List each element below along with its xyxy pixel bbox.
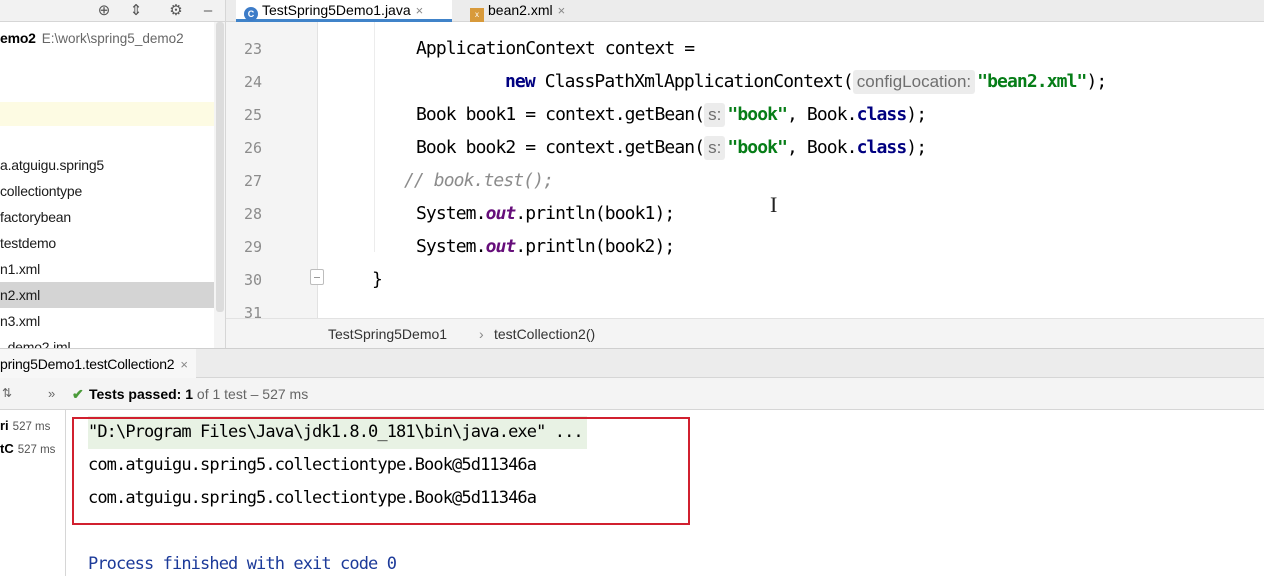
tab-testspring5demo1[interactable]: C TestSpring5Demo1.java × xyxy=(236,0,452,22)
java-class-icon: C xyxy=(244,7,258,21)
tab-label: TestSpring5Demo1.java xyxy=(262,2,411,18)
run-tab-label: pring5Demo1.testCollection2 xyxy=(0,356,175,372)
line-number: 29 xyxy=(243,238,262,256)
code-editor[interactable]: 23 24 25 26 27 28 29 30 31 ApplicationCo… xyxy=(226,22,1264,318)
test-status: Tests passed: 1 of 1 test – 527 ms xyxy=(89,386,309,402)
console-output[interactable]: "D:\Program Files\Java\jdk1.8.0_181\bin\… xyxy=(66,410,1264,576)
code-line-27: // book.test(); xyxy=(404,170,554,191)
parameter-hint: s: xyxy=(704,103,726,127)
console-exit-line: Process finished with exit code 0 xyxy=(88,554,397,574)
code-line-28: System.out.println(book1); xyxy=(416,203,675,224)
tree-item-bean2-xml[interactable]: n2.xml xyxy=(0,282,214,308)
tab-label: bean2.xml xyxy=(488,2,553,18)
line-number: 24 xyxy=(243,73,262,91)
close-icon[interactable]: × xyxy=(180,357,188,372)
code-line-26: Book book2 = context.getBean(s: "book", B… xyxy=(416,136,927,160)
gear-icon[interactable]: ⚙ xyxy=(166,1,186,21)
xml-file-icon: x xyxy=(470,8,484,22)
check-icon: ✔ xyxy=(72,386,84,402)
close-icon[interactable]: × xyxy=(558,3,566,18)
tree-item-package[interactable]: a.atguigu.spring5 xyxy=(0,152,104,178)
line-number: 27 xyxy=(243,172,262,190)
tree-item-collectiontype[interactable]: collectiontype xyxy=(0,178,82,204)
breadcrumb: TestSpring5Demo1 › testCollection2() xyxy=(226,318,1264,348)
console-output-line: com.atguigu.spring5.collectiontype.Book@… xyxy=(88,455,537,475)
editor-tab-bar: C TestSpring5Demo1.java × x bean2.xml × xyxy=(226,0,1264,22)
test-results-tree: ri 527 ms tC 527 ms xyxy=(0,410,66,576)
line-number-gutter: 23 24 25 26 27 28 29 30 31 xyxy=(226,22,318,318)
console-output-line: com.atguigu.spring5.collectiontype.Book@… xyxy=(88,488,537,508)
caret-line-highlight xyxy=(0,102,225,126)
breadcrumb-item-method[interactable]: testCollection2() xyxy=(494,319,595,349)
project-toolbar: ⊕ ⇕ ⚙ – xyxy=(0,0,225,22)
line-number: 26 xyxy=(243,139,262,157)
code-line-25: Book book1 = context.getBean(s: "book", B… xyxy=(416,103,927,127)
code-line-30: } xyxy=(372,269,383,290)
close-icon[interactable]: × xyxy=(416,3,424,18)
line-number: 31 xyxy=(243,304,262,318)
line-number: 30 xyxy=(243,271,262,289)
project-root-name: emo2 xyxy=(0,30,36,46)
tree-item-testdemo[interactable]: testdemo xyxy=(0,230,56,256)
indent-guide xyxy=(374,22,375,252)
line-number: 28 xyxy=(243,205,262,223)
project-root[interactable]: emo2 E:\work\spring5_demo2 xyxy=(0,26,184,50)
breadcrumb-separator: › xyxy=(479,326,484,342)
tree-item-bean1-xml[interactable]: n1.xml xyxy=(0,256,40,282)
code-line-23: ApplicationContext context = xyxy=(416,38,695,59)
run-tab-bar: pring5Demo1.testCollection2 × xyxy=(0,348,1264,379)
code-line-29: System.out.println(book2); xyxy=(416,236,675,257)
parameter-hint: configLocation: xyxy=(852,70,976,94)
tree-item-factorybean[interactable]: factorybean xyxy=(0,204,71,230)
target-icon[interactable]: ⊕ xyxy=(94,1,114,21)
run-tab[interactable]: pring5Demo1.testCollection2 × xyxy=(0,349,196,379)
test-node-method[interactable]: tC 527 ms xyxy=(0,437,55,461)
text-cursor-icon: I xyxy=(770,192,778,217)
line-number: 23 xyxy=(243,40,262,58)
sort-icon[interactable]: ⇅ xyxy=(2,377,12,409)
tree-item-iml[interactable]: _demo2.iml xyxy=(0,334,71,348)
project-panel: ⊕ ⇕ ⚙ – emo2 E:\work\spring5_demo2 a.atgu… xyxy=(0,0,226,348)
collapse-icon[interactable]: ⇕ xyxy=(126,1,146,21)
project-root-path: E:\work\spring5_demo2 xyxy=(41,31,184,46)
line-number: 25 xyxy=(243,106,262,124)
minimize-icon[interactable]: – xyxy=(198,1,218,21)
code-line-24: new ClassPathXmlApplicationContext(confi… xyxy=(505,70,1107,94)
parameter-hint: s: xyxy=(704,136,726,160)
fold-icon[interactable] xyxy=(310,269,324,285)
test-node-class[interactable]: ri 527 ms xyxy=(0,414,50,438)
project-scrollbar[interactable] xyxy=(214,22,225,348)
console-command-line: "D:\Program Files\Java\jdk1.8.0_181\bin\… xyxy=(88,416,587,449)
breadcrumb-item-class[interactable]: TestSpring5Demo1 xyxy=(328,319,447,349)
project-scrollbar-thumb[interactable] xyxy=(216,22,224,312)
run-toolbar: ⇅ » ✔ Tests passed: 1 of 1 test – 527 ms xyxy=(0,378,1264,410)
tab-bean2-xml[interactable]: x bean2.xml × xyxy=(462,0,592,22)
expand-more-icon[interactable]: » xyxy=(48,378,55,410)
tree-item-bean3-xml[interactable]: n3.xml xyxy=(0,308,40,334)
